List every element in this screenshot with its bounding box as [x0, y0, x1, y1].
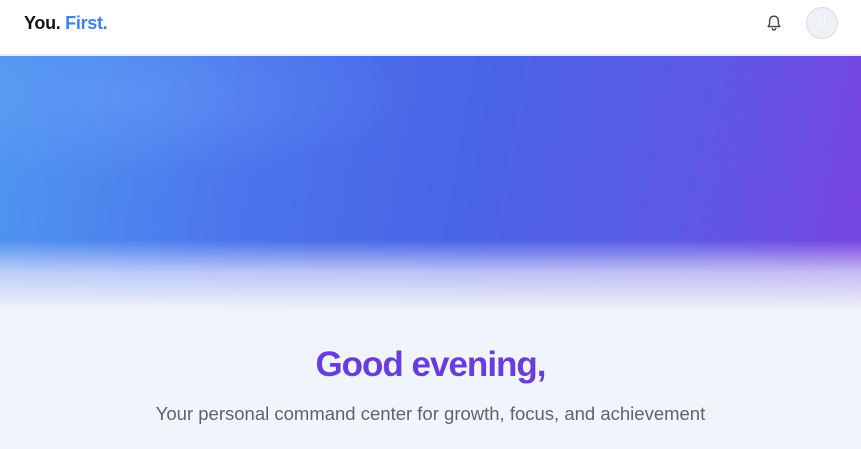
user-avatar[interactable]: U	[806, 7, 838, 39]
brand-name-part1: You.	[24, 13, 61, 33]
greeting-subtitle: Your personal command center for growth,…	[155, 403, 706, 424]
greeting-heading: Good evening,	[315, 345, 546, 384]
brand-logo[interactable]: You. First.	[24, 12, 108, 34]
bell-icon[interactable]	[764, 13, 784, 33]
brand-name-part2: First.	[65, 13, 108, 33]
top-header: You. First. U	[0, 0, 861, 55]
hero-fade	[0, 240, 861, 312]
